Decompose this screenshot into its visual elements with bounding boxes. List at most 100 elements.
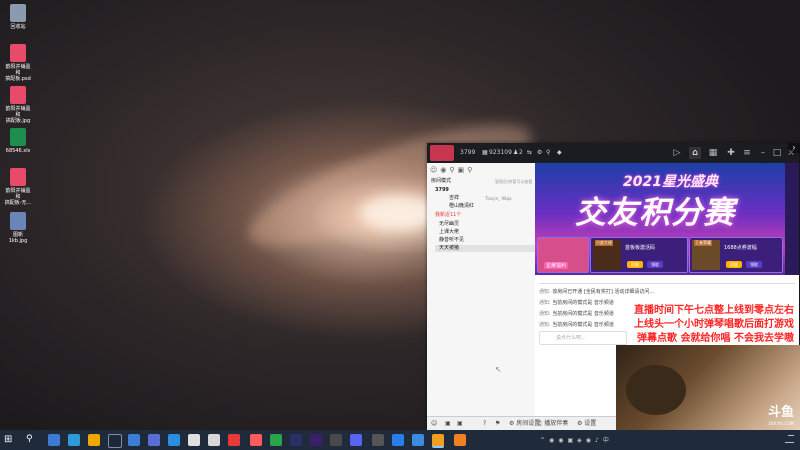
file-icon: [10, 86, 26, 104]
list-item-4[interactable]: 天天被猪: [435, 245, 535, 252]
taskbar-app-icon[interactable]: [188, 434, 200, 446]
desktop-icon-label: 68546.xls: [5, 148, 31, 154]
video-icon[interactable]: ▷: [671, 147, 683, 159]
gamepad-icon[interactable]: ✚: [725, 147, 737, 159]
streamer-avatar[interactable]: [430, 145, 454, 161]
menu-icon[interactable]: ≡: [741, 147, 753, 159]
flag-icon[interactable]: ⚑: [495, 419, 500, 429]
overlay-line-2: 上线头一个小时弹琴唱歌后面打游戏: [634, 319, 794, 330]
room-settings-button[interactable]: ⚙ 房间设置: [509, 419, 540, 429]
image-icon: [10, 212, 26, 230]
start-icon[interactable]: ⊞: [4, 434, 12, 445]
taskbar-app-icon[interactable]: [432, 434, 444, 448]
desktop-icon-psd-2[interactable]: 韵阳并铺盈和 搞配板-无...: [4, 168, 32, 206]
taskbar-app-icon[interactable]: [350, 434, 362, 446]
fans-count: 2: [519, 149, 523, 156]
room-left-panel: ☺◉⚲▣⚲ 房间模式 管理员/房管可以查看 3799 吉祥 Tianjin_ 9…: [427, 163, 536, 416]
mouse-cursor-icon: ↖: [495, 365, 502, 374]
list-item-1[interactable]: 无尽幽灵: [439, 221, 459, 228]
taskbar-app-icon[interactable]: [48, 434, 60, 446]
chat-message: 通知: 当前房间的模式是 音乐频道: [539, 322, 614, 328]
top-viewer-count: 3799: [435, 187, 449, 193]
card-btn-ally[interactable]: 同盟: [627, 261, 643, 268]
event-banner[interactable]: 2021星光盛典 交友积分赛 星耀福利 小皮大佬 首板板激活码 同盟 领取 王者…: [535, 163, 799, 275]
shield-icon[interactable]: ◆: [557, 149, 562, 156]
taskbar-app-icon[interactable]: [250, 434, 262, 446]
fans-icon: ♟: [513, 149, 519, 156]
tray-icons[interactable]: ^◉◉▣◈◉♪中: [540, 435, 613, 444]
taskbar-app-icon[interactable]: [168, 434, 180, 446]
banner-title-big: 交友积分赛: [575, 195, 735, 231]
banner-card-3[interactable]: 王者荣耀 1688点券波幅 同盟 领取: [689, 237, 783, 273]
taskbar-app-icon[interactable]: [68, 434, 80, 446]
taskbar-app-icon[interactable]: [372, 434, 384, 446]
help-icon[interactable]: ?: [483, 419, 486, 429]
new-tag: 我新近11个: [435, 212, 462, 218]
taskbar-app-icon[interactable]: [108, 434, 122, 448]
user-row-3[interactable]: 橙山晚清红: [449, 203, 474, 210]
play-accompaniment-button[interactable]: ♫ 播放伴奏: [537, 419, 568, 429]
gift-icon[interactable]: ▣: [445, 419, 451, 429]
windows-taskbar: ⊞ ⚲ ^◉◉▣◈◉♪中 ━━ ━━━: [0, 430, 800, 450]
taskbar-app-icon[interactable]: [128, 434, 140, 446]
user-row-2[interactable]: Tianjin_ 96qa: [485, 195, 512, 202]
share-icon[interactable]: ⇆: [527, 149, 532, 156]
link-icon[interactable]: ⚲: [546, 149, 550, 156]
desktop-icon-xls[interactable]: 68546.xls: [4, 128, 32, 154]
taskbar-app-icon[interactable]: [310, 434, 322, 446]
desktop-icon-jpg[interactable]: 韵阳并铺盈和 搞配板.jpg: [4, 86, 32, 124]
card-label: 1688点券波幅: [724, 245, 757, 251]
desktop-icon-recycle-bin[interactable]: 回收站: [4, 4, 32, 30]
gift-icon-2[interactable]: ▣: [457, 419, 463, 429]
taskbar-app-icon[interactable]: [208, 434, 220, 446]
user-row-1[interactable]: 吉祥: [449, 195, 459, 202]
card-btn-ally[interactable]: 同盟: [726, 261, 742, 268]
room-id: 923109: [489, 149, 512, 156]
taskbar-app-icon[interactable]: [454, 434, 466, 446]
chat-divider: [539, 283, 795, 284]
taskbar-app-icon[interactable]: [270, 434, 282, 446]
panel-collapse-chevron-icon[interactable]: ›: [788, 143, 800, 153]
banner-card-1[interactable]: 星耀福利: [537, 237, 589, 273]
webcam-preview: 斗鱼 DOUYU.COM: [616, 345, 800, 430]
search-icon[interactable]: ⚲: [26, 434, 33, 444]
list-item-2[interactable]: 上课大佬: [439, 229, 459, 236]
card-btn-claim[interactable]: 领取: [746, 261, 762, 268]
system-clock[interactable]: ━━ ━━━: [785, 433, 794, 447]
banner-card-2[interactable]: 小皮大佬 首板板激活码 同盟 领取: [590, 237, 688, 273]
file-icon: [10, 168, 26, 186]
desktop-icon-label: 韵阳并铺盈和 搞配板.jpg: [5, 106, 31, 124]
desktop-icon-label: 韵阳并铺盈和 搞配板.psd: [5, 64, 31, 82]
taskbar-app-icon[interactable]: [148, 434, 160, 446]
chat-message: 通知: 当前房间的模式是 音乐频道: [539, 311, 614, 317]
taskbar-app-icon[interactable]: [412, 434, 424, 446]
chat-message: 通知: 当前房间的模式是 音乐频道: [539, 300, 614, 306]
home-icon[interactable]: ⌂: [689, 147, 701, 159]
card-tag: 小皮大佬: [595, 240, 613, 246]
client-title-bar: 3799 ▦ 923109 ♟ 2 ⇆ ⚙ ⚲ ◆ ▷ ⌂ ▦ ✚ ≡ – □ …: [427, 143, 799, 163]
chat-message: 通知: 该房间已开通 [全民有奖打] 活动详细请访问...: [539, 289, 655, 295]
panel-tool-icons: ☺◉⚲▣⚲: [430, 166, 476, 174]
card-label: 首板板激活码: [625, 245, 656, 251]
maximize-icon[interactable]: □: [771, 147, 783, 159]
taskbar-app-icon[interactable]: [330, 434, 342, 446]
desktop-icon-image[interactable]: 图新1kb.jpg: [4, 212, 32, 244]
taskbar-app-icon[interactable]: [88, 434, 100, 446]
room-mode-label[interactable]: 房间模式: [431, 178, 451, 185]
banner-side-strip: [785, 163, 799, 275]
taskbar-app-icon[interactable]: [290, 434, 302, 446]
list-item-3[interactable]: 静音听不见: [439, 237, 464, 244]
desktop-icon-psd[interactable]: 韵阳并铺盈和 搞配板.psd: [4, 44, 32, 82]
chat-input[interactable]: 说点什么吧...: [539, 331, 627, 345]
taskbar-app-icon[interactable]: [228, 434, 240, 446]
settings-icon[interactable]: ⚙: [537, 149, 542, 156]
guitar-shape: [626, 365, 686, 415]
grid-icon[interactable]: ▦: [707, 147, 719, 159]
emoji-icon[interactable]: ☺: [431, 419, 437, 429]
card-label: 星耀福利: [544, 262, 569, 269]
settings-button[interactable]: ⚙ 设置: [577, 419, 596, 429]
taskbar-app-icon[interactable]: [392, 434, 404, 446]
card-btn-claim[interactable]: 领取: [647, 261, 663, 268]
desktop-icon-label: 韵阳并铺盈和 搞配板-无...: [4, 188, 32, 206]
minimize-icon[interactable]: –: [757, 147, 769, 159]
